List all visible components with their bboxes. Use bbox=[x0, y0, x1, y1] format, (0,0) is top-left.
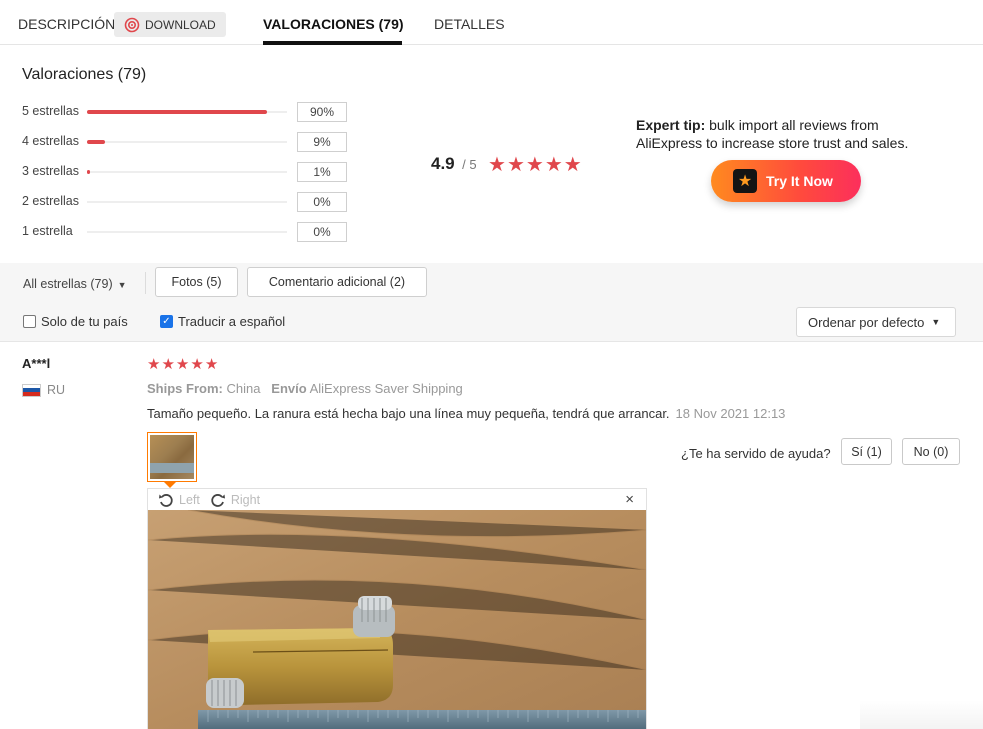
rating-row[interactable]: 1 estrella 0% bbox=[22, 222, 362, 242]
rating-row[interactable]: 2 estrellas 0% bbox=[22, 192, 362, 212]
rating-row-percent: 0% bbox=[297, 192, 347, 212]
filter-additional-comment-button[interactable]: Comentario adicional (2) bbox=[247, 267, 427, 297]
rating-row[interactable]: 5 estrellas 90% bbox=[22, 102, 362, 122]
country-code: RU bbox=[47, 383, 66, 397]
divider bbox=[145, 272, 146, 294]
reviewer-country: RU bbox=[22, 383, 65, 397]
ships-from-value: China bbox=[226, 381, 261, 396]
translate-checkbox[interactable]: ✓ Traducir a español bbox=[160, 314, 285, 329]
rating-row-percent: 1% bbox=[297, 162, 347, 182]
star-icon: ★ bbox=[204, 356, 219, 373]
star-logo-icon: ★ bbox=[733, 169, 757, 193]
average-value: 4.9 bbox=[431, 154, 455, 173]
rating-row-percent: 90% bbox=[297, 102, 347, 122]
reviewer-name: A***l bbox=[22, 356, 51, 371]
star-icon: ★ bbox=[161, 356, 175, 373]
star-icon: ★ bbox=[544, 154, 563, 176]
checkbox-box[interactable] bbox=[23, 315, 36, 328]
review-text: Tamaño pequeño. La ranura está hecha baj… bbox=[147, 406, 785, 421]
review-photo-thumbnail[interactable] bbox=[147, 432, 197, 482]
filter-photos-button[interactable]: Fotos (5) bbox=[155, 267, 238, 297]
tip-bold: Expert tip: bbox=[636, 117, 706, 133]
star-icon: ★ bbox=[190, 356, 204, 373]
download-label: DOWNLOAD bbox=[145, 17, 216, 32]
rating-row[interactable]: 4 estrellas 9% bbox=[22, 132, 362, 152]
review-body: Tamaño pequeño. La ranura está hecha baj… bbox=[147, 406, 670, 421]
star-icon: ★ bbox=[147, 356, 161, 373]
star-icon: ★ bbox=[175, 356, 190, 373]
average-rating: 4.9 / 5 bbox=[431, 154, 477, 174]
rotate-left-icon bbox=[159, 493, 173, 507]
viewer-toolbar: Left Right × bbox=[148, 489, 646, 510]
star-icon: ★ bbox=[563, 154, 582, 176]
rating-bar-fill bbox=[87, 110, 267, 114]
review-photo-image bbox=[148, 510, 646, 729]
rating-row[interactable]: 3 estrellas 1% bbox=[22, 162, 362, 182]
tab-bar: DESCRIPCIÓN DOWNLOAD VALORACIONES (79) D… bbox=[0, 0, 983, 45]
star-icon: ★ bbox=[488, 154, 506, 176]
star-icon: ★ bbox=[525, 154, 544, 176]
star-icon: ★ bbox=[506, 154, 525, 176]
only-your-country-label: Solo de tu país bbox=[41, 314, 128, 329]
tab-detalles[interactable]: DETALLES bbox=[434, 16, 505, 32]
try-it-now-label: Try It Now bbox=[766, 173, 833, 189]
rotate-left-label: Left bbox=[179, 492, 200, 507]
photo-thumbnail-image bbox=[150, 435, 194, 479]
rating-bar-fill bbox=[87, 170, 90, 174]
chevron-down-icon: ▼ bbox=[117, 280, 127, 290]
star-filter-select[interactable]: All estrellas (79) ▼ bbox=[23, 277, 127, 291]
rating-bar-track bbox=[87, 231, 287, 233]
rotate-left-button[interactable]: Left bbox=[158, 492, 200, 508]
review-photo bbox=[148, 510, 646, 729]
tab-descripcion[interactable]: DESCRIPCIÓN bbox=[18, 16, 115, 32]
download-button[interactable]: DOWNLOAD bbox=[114, 12, 226, 37]
target-icon bbox=[124, 17, 140, 32]
rating-bar-track bbox=[87, 201, 287, 203]
shipping-info: Ships From: China Envío AliExpress Saver… bbox=[147, 381, 463, 396]
ratings-title: Valoraciones (79) bbox=[22, 66, 147, 83]
rating-bar-track bbox=[87, 110, 287, 114]
translate-label: Traducir a español bbox=[178, 314, 286, 329]
russia-flag-icon bbox=[22, 383, 41, 397]
tab-valoraciones[interactable]: VALORACIONES (79) bbox=[263, 16, 404, 32]
review-stars: ★ ★ ★ ★ ★ bbox=[147, 357, 218, 372]
rating-bar-track bbox=[87, 170, 287, 174]
sort-select[interactable]: Ordenar por defecto ▼ bbox=[796, 307, 956, 337]
photo-viewer: Left Right × bbox=[147, 488, 647, 729]
filter-bar: All estrellas (79) ▼ Fotos (5) Comentario… bbox=[0, 263, 983, 342]
helpful-yes-button[interactable]: Sí (1) bbox=[841, 438, 892, 465]
helpful-no-button[interactable]: No (0) bbox=[902, 438, 960, 465]
rating-row-label: 4 estrellas bbox=[22, 134, 79, 148]
rating-bar-track bbox=[87, 140, 287, 144]
rating-row-label: 2 estrellas bbox=[22, 194, 79, 208]
star-filter-value: All estrellas (79) bbox=[23, 277, 113, 291]
rating-bar-fill bbox=[87, 140, 105, 144]
helpful-question: ¿Te ha servido de ayuda? bbox=[681, 446, 831, 461]
envio-label: Envío bbox=[271, 381, 307, 396]
checkbox-box[interactable]: ✓ bbox=[160, 315, 173, 328]
chevron-down-icon: ▼ bbox=[931, 317, 941, 327]
envio-value: AliExpress Saver Shipping bbox=[309, 381, 463, 396]
expert-tip: Expert tip: bulk import all reviews from… bbox=[636, 116, 946, 152]
average-stars: ★ ★ ★ ★ ★ bbox=[488, 155, 582, 175]
review-date: 18 Nov 2021 12:13 bbox=[675, 406, 786, 421]
rotate-right-button[interactable]: Right bbox=[210, 492, 260, 508]
rating-row-percent: 0% bbox=[297, 222, 347, 242]
rating-row-label: 3 estrellas bbox=[22, 164, 79, 178]
try-it-now-button[interactable]: ★ Try It Now bbox=[711, 160, 861, 202]
rating-row-percent: 9% bbox=[297, 132, 347, 152]
active-tab-underline bbox=[263, 41, 402, 45]
only-your-country-checkbox[interactable]: Solo de tu país bbox=[23, 314, 128, 329]
close-icon[interactable]: × bbox=[625, 491, 634, 508]
page-edge-shadow bbox=[860, 700, 983, 729]
rating-row-label: 5 estrellas bbox=[22, 104, 79, 118]
average-scale: / 5 bbox=[462, 157, 477, 172]
rotate-right-icon bbox=[211, 493, 225, 507]
rotate-right-label: Right bbox=[230, 492, 261, 507]
ships-from-label: Ships From: bbox=[147, 381, 223, 396]
sort-value: Ordenar por defecto bbox=[808, 314, 925, 330]
rating-row-label: 1 estrella bbox=[22, 224, 73, 238]
